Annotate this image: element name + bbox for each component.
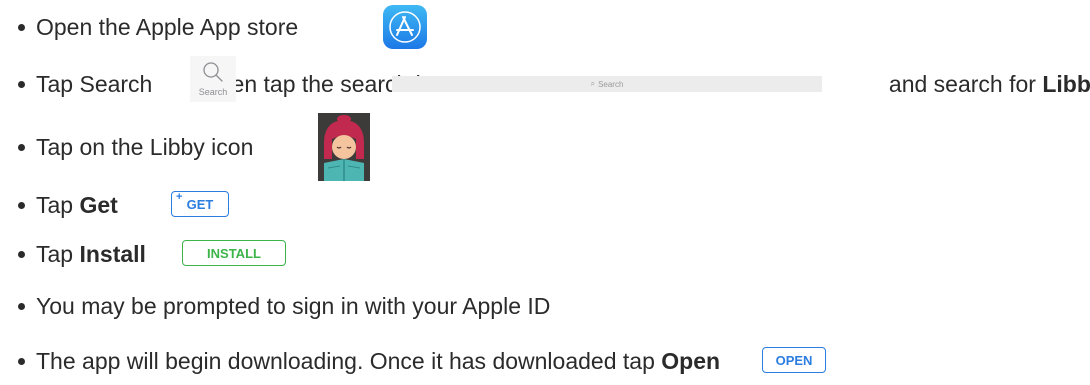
step-4: Tap Get <box>18 185 118 225</box>
bullet <box>18 23 25 31</box>
app-store-icon <box>383 5 427 49</box>
bullet <box>18 80 25 88</box>
step-6: You may be prompted to sign in with your… <box>18 286 550 326</box>
bullet <box>18 201 25 209</box>
step-2-text-c: and search for <box>888 70 1043 97</box>
step-2-bold: Libby <box>1042 70 1090 97</box>
open-button-label: OPEN <box>775 352 813 368</box>
bullet <box>18 357 25 365</box>
step-5-bold: Install <box>79 240 146 267</box>
search-icon: ⌕ <box>590 79 596 88</box>
search-bar-placeholder: Search <box>598 79 624 89</box>
step-7-bold: Open <box>661 347 721 374</box>
magnifier-icon <box>203 62 223 82</box>
step-4-text: Tap <box>36 191 80 218</box>
bullet <box>18 143 25 151</box>
bullet <box>18 250 25 258</box>
step-7: The app will begin downloading. Once it … <box>18 341 720 381</box>
step-6-text: You may be prompted to sign in with your… <box>36 292 551 319</box>
search-bar[interactable]: ⌕ Search <box>392 76 822 92</box>
step-1-text: Open the Apple App store <box>36 13 299 40</box>
search-tab-icon[interactable]: Search <box>190 56 236 102</box>
libby-app-icon <box>318 113 370 181</box>
plus-icon: + <box>176 191 183 203</box>
install-button-label: INSTALL <box>207 245 261 261</box>
search-tab-label: Search <box>198 87 228 97</box>
bullet <box>18 302 25 310</box>
step-3-text: Tap on the Libby icon <box>36 133 254 160</box>
step-7-text: The app will begin downloading. Once it … <box>36 347 662 374</box>
step-5-text: Tap <box>36 240 80 267</box>
get-button[interactable]: + GET <box>171 191 229 217</box>
step-4-bold: Get <box>79 191 118 218</box>
step-1: Open the Apple App store <box>18 7 298 47</box>
open-button[interactable]: OPEN <box>762 347 826 373</box>
install-button[interactable]: INSTALL <box>182 240 286 266</box>
step-5: Tap Install <box>18 234 146 274</box>
get-button-label: GET <box>186 196 214 212</box>
step-2-text-a: Tap Search <box>36 70 153 97</box>
step-3: Tap on the Libby icon <box>18 127 253 167</box>
